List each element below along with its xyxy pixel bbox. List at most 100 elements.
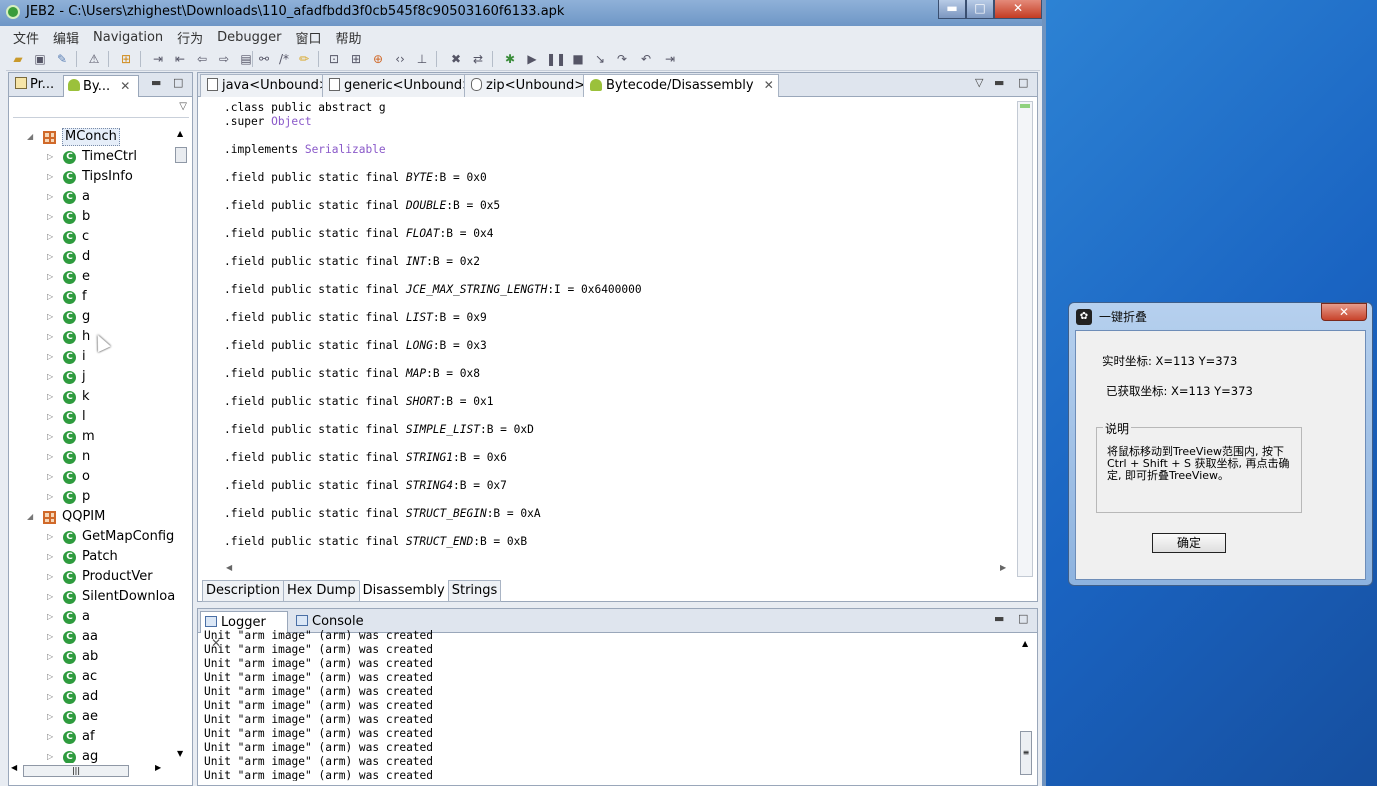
code-line[interactable]: .field public static final FLOAT:B = 0x4 <box>224 227 493 241</box>
forward-arrow-icon[interactable]: ⇨ <box>216 51 232 67</box>
expand-arrow-icon[interactable]: ▷ <box>47 627 53 647</box>
tab-bytecode-hierarchy[interactable]: By... ✕ <box>63 75 139 97</box>
link-icon[interactable]: ⚯ <box>256 51 272 67</box>
run-to-line-icon[interactable]: ⇥ <box>662 51 678 67</box>
code-line[interactable]: .field public static final STRUCT_END:B … <box>224 535 527 549</box>
dialog-close-button[interactable]: ✕ <box>1321 303 1367 321</box>
ok-button[interactable]: 确定 <box>1152 533 1226 553</box>
new-file-icon[interactable]: ⊞ <box>118 51 134 67</box>
collapse-arrow-icon[interactable]: ◢ <box>27 507 33 527</box>
resume-icon[interactable]: ▶ <box>524 51 540 67</box>
pause-icon[interactable]: ❚❚ <box>546 51 566 67</box>
code-line[interactable]: .super Object <box>224 115 312 129</box>
step-return-icon[interactable]: ↶ <box>638 51 654 67</box>
tree-class-node[interactable]: ▷ Co <box>9 467 192 487</box>
scroll-up-icon[interactable]: ▲ <box>1022 639 1028 648</box>
expand-arrow-icon[interactable]: ▷ <box>47 307 53 327</box>
tree-vertical-scrollbar[interactable]: ▲ ▼ <box>174 129 188 761</box>
code-line[interactable]: .field public static final DOUBLE:B = 0x… <box>224 199 500 213</box>
code-icon[interactable]: ‹› <box>392 51 408 67</box>
tree-class-node[interactable]: ▷ Cag <box>9 747 192 763</box>
disassembly-code-view[interactable]: .class public abstract g .super Object .im… <box>204 101 1012 571</box>
jump-out-icon[interactable]: ⇤ <box>172 51 188 67</box>
scroll-right-icon[interactable]: ▶ <box>155 763 161 772</box>
tree-class-node[interactable]: ▷ C GetMapConfig <box>9 527 192 547</box>
code-line[interactable]: .class public abstract g <box>224 101 386 115</box>
step-over-icon[interactable]: ↷ <box>614 51 630 67</box>
expand-arrow-icon[interactable]: ▷ <box>47 567 53 587</box>
close-button[interactable]: ✕ <box>994 0 1042 19</box>
tree-class-node[interactable]: ▷ Ck <box>9 387 192 407</box>
tree-package-node[interactable]: ◢ MConch <box>9 127 192 147</box>
scroll-down-icon[interactable]: ▼ <box>177 749 183 758</box>
tree-class-node[interactable]: ▷ Ca <box>9 187 192 207</box>
expand-arrow-icon[interactable]: ▷ <box>47 447 53 467</box>
code-line[interactable]: .field public static final SIMPLE_LIST:B… <box>224 423 534 437</box>
scroll-left-icon[interactable]: ◀ <box>11 763 17 772</box>
tree-class-node[interactable]: ▷ C SilentDownloa <box>9 587 192 607</box>
minimize-button[interactable]: ▬ <box>938 0 966 19</box>
code-line[interactable]: .field public static final STRING4:B = 0… <box>224 479 507 493</box>
tree-class-node[interactable]: ▷ Ce <box>9 267 192 287</box>
menu-debugger[interactable]: Debugger <box>210 30 288 45</box>
menu-file[interactable]: 文件 <box>6 28 46 47</box>
menu-help[interactable]: 帮助 <box>329 28 369 47</box>
expand-arrow-icon[interactable]: ▷ <box>47 707 53 727</box>
tree-icon[interactable]: ⊥ <box>414 51 430 67</box>
expand-arrow-icon[interactable]: ▷ <box>47 647 53 667</box>
open-folder-icon[interactable]: ▰ <box>10 51 26 67</box>
close-icon[interactable]: ✕ <box>120 79 130 93</box>
expand-arrow-icon[interactable]: ▷ <box>47 147 53 167</box>
scrollbar-thumb[interactable]: ||| <box>23 765 129 777</box>
debug-bug-icon[interactable]: ✱ <box>502 51 518 67</box>
code-line[interactable]: .field public static final SHORT:B = 0x1 <box>224 395 493 409</box>
code-horizontal-scrollbar[interactable]: ◀ ▶ <box>220 563 1010 575</box>
menu-edit[interactable]: 编辑 <box>46 28 86 47</box>
code-line[interactable]: .field public static final BYTE:B = 0x0 <box>224 171 487 185</box>
code-line[interactable]: .implements Serializable <box>224 143 386 157</box>
expand-arrow-icon[interactable]: ▷ <box>47 187 53 207</box>
maximize-panel-icon[interactable]: □ <box>1018 76 1028 89</box>
tree-class-node[interactable]: ▷ Cac <box>9 667 192 687</box>
rename-icon[interactable]: ⊡ <box>326 51 342 67</box>
expand-arrow-icon[interactable]: ▷ <box>47 207 53 227</box>
code-line[interactable]: .field public static final LONG:B = 0x3 <box>224 339 487 353</box>
chevron-down-icon[interactable]: ▽ <box>179 101 187 112</box>
tab-java-unbound[interactable]: java<Unbound> <box>200 74 335 97</box>
scroll-right-icon[interactable]: ▶ <box>1000 563 1006 572</box>
tree-package-node[interactable]: ◢ QQPIM <box>9 507 192 527</box>
code-vertical-scrollbar[interactable] <box>1017 101 1033 577</box>
scroll-up-icon[interactable]: ▲ <box>177 129 183 138</box>
expand-arrow-icon[interactable]: ▷ <box>47 427 53 447</box>
package-icon[interactable]: ⊕ <box>370 51 386 67</box>
tree-class-node[interactable]: ▷ Cm <box>9 427 192 447</box>
code-line[interactable]: .field public static final MAP:B = 0x8 <box>224 367 480 381</box>
scrollbar-thumb[interactable]: ≡ <box>1020 731 1032 775</box>
save-icon[interactable]: ▣ <box>32 51 48 67</box>
expand-arrow-icon[interactable]: ▷ <box>47 607 53 627</box>
tree-horizontal-scrollbar[interactable]: ◀ ||| ▶ <box>11 763 173 777</box>
log-output[interactable]: Unit "arm image" (arm) was created Unit "… <box>204 629 1014 781</box>
expand-arrow-icon[interactable]: ▷ <box>47 367 53 387</box>
minimize-panel-icon[interactable]: ▬ <box>151 76 161 89</box>
code-line[interactable]: .field public static final JCE_MAX_STRIN… <box>224 283 642 297</box>
collapse-arrow-icon[interactable]: ◢ <box>27 127 33 147</box>
tab-description[interactable]: Description <box>202 580 285 602</box>
code-line[interactable]: .field public static final STRING1:B = 0… <box>224 451 507 465</box>
expand-arrow-icon[interactable]: ▷ <box>47 587 53 607</box>
scrollbar-thumb[interactable] <box>175 147 187 163</box>
expand-arrow-icon[interactable]: ▷ <box>47 247 53 267</box>
warning-icon[interactable]: ⚠ <box>86 51 102 67</box>
comment-icon[interactable]: /* <box>276 51 292 67</box>
tab-disassembly[interactable]: Disassembly <box>358 580 449 602</box>
menu-action[interactable]: 行为 <box>170 28 210 47</box>
tree-class-node[interactable]: ▷ C Patch <box>9 547 192 567</box>
tree-class-node[interactable]: ▷ Ca <box>9 607 192 627</box>
close-icon[interactable]: ✕ <box>764 78 774 92</box>
tree-class-node[interactable]: ▷ Cc <box>9 227 192 247</box>
expand-arrow-icon[interactable]: ▷ <box>47 167 53 187</box>
code-line[interactable]: .field public static final LIST:B = 0x9 <box>224 311 487 325</box>
view-menu-icon[interactable]: ▽ <box>975 76 983 89</box>
tree-class-node[interactable]: ▷ C TipsInfo <box>9 167 192 187</box>
expand-arrow-icon[interactable]: ▷ <box>47 227 53 247</box>
